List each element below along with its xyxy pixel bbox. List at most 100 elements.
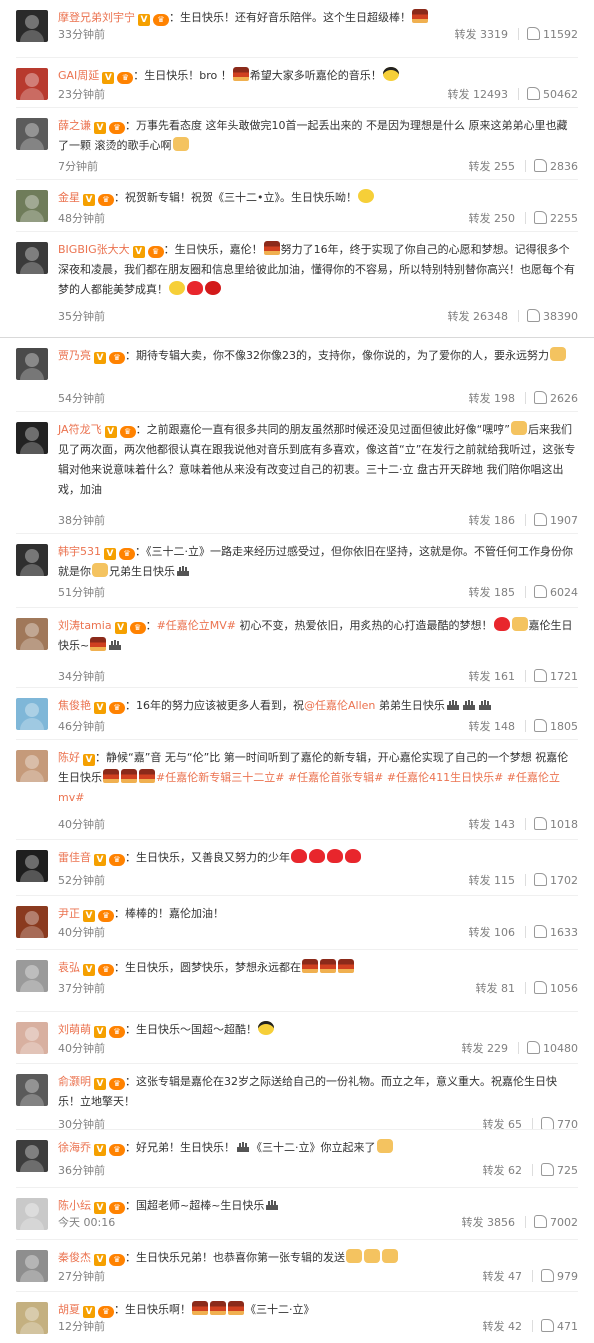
avatar[interactable] — [16, 618, 48, 650]
like-button[interactable]: 2255 — [534, 211, 578, 225]
like-count: 1702 — [550, 874, 578, 887]
repost-label: 转发 — [454, 28, 477, 41]
hashtag-link[interactable]: #任嘉伦立MV# — [157, 619, 236, 632]
repost-button[interactable]: 转发 161 — [469, 668, 516, 684]
avatar[interactable] — [16, 1302, 48, 1334]
like-button[interactable]: 1633 — [534, 925, 578, 939]
verified-badge-icon: V — [132, 246, 145, 258]
repost-button[interactable]: 转发 148 — [469, 718, 516, 734]
repost-button[interactable]: 转发 62 — [483, 1162, 523, 1178]
user-name-link[interactable]: 俞灏明 — [58, 1075, 91, 1088]
like-button[interactable]: 1702 — [534, 873, 578, 887]
comment-actions: 转发 229 10480 — [462, 1040, 578, 1056]
avatar[interactable] — [16, 1250, 48, 1282]
repost-button[interactable]: 转发 3319 — [455, 26, 509, 42]
avatar[interactable] — [16, 750, 48, 782]
avatar[interactable] — [16, 698, 48, 730]
avatar[interactable] — [16, 906, 48, 938]
user-name-link[interactable]: 胡夏 — [58, 1303, 80, 1316]
user-name-link[interactable]: 贾乃亮 — [58, 349, 91, 362]
comment-text: 期待专辑大卖，你不像32你像23的，支持你，像你说的，为了爱你的人，要永远努力 — [136, 349, 549, 362]
repost-button[interactable]: 转发 250 — [469, 210, 516, 226]
repost-button[interactable]: 转发 26348 — [448, 308, 509, 324]
user-name-link[interactable]: 刘萌萌 — [58, 1023, 91, 1036]
user-name-link[interactable]: GAI周延 — [58, 69, 99, 82]
user-name-link[interactable]: 金星 — [58, 191, 80, 204]
like-count: 38390 — [543, 310, 578, 323]
like-count: 1805 — [550, 720, 578, 733]
repost-label: 转发 — [468, 212, 491, 225]
like-button[interactable]: 7002 — [534, 1215, 578, 1229]
action-divider — [518, 310, 519, 322]
name-separator: ： — [169, 11, 180, 24]
verified-badge-icon: V — [83, 910, 95, 922]
user-name-link[interactable]: 徐海乔 — [58, 1141, 91, 1154]
repost-button[interactable]: 转发 106 — [469, 924, 516, 940]
repost-button[interactable]: 转发 255 — [469, 158, 516, 174]
like-button[interactable]: 11592 — [527, 27, 578, 41]
repost-button[interactable]: 转发 3856 — [462, 1214, 516, 1230]
like-button[interactable]: 979 — [541, 1269, 578, 1283]
vip-badge-icon: ♛ — [119, 548, 135, 560]
avatar[interactable] — [16, 1074, 48, 1106]
verified-badge-icon: V — [94, 702, 106, 714]
hashtag-link[interactable]: @任嘉伦Allen — [304, 699, 375, 712]
user-name-link[interactable]: 刘涛tamia — [58, 619, 112, 632]
avatar[interactable] — [16, 1022, 48, 1054]
avatar[interactable] — [16, 68, 48, 100]
avatar[interactable] — [16, 960, 48, 992]
repost-button[interactable]: 转发 198 — [469, 390, 516, 406]
vip-badge-icon: ♛ — [109, 122, 125, 134]
user-name-link[interactable]: 陈好 — [58, 751, 80, 764]
avatar[interactable] — [16, 422, 48, 454]
like-button[interactable]: 1056 — [534, 981, 578, 995]
repost-button[interactable]: 转发 81 — [476, 980, 516, 996]
repost-button[interactable]: 转发 143 — [469, 816, 516, 832]
thumbs-up-icon — [527, 309, 540, 322]
user-name-link[interactable]: 韩宇531 — [58, 545, 101, 558]
avatar[interactable] — [16, 1140, 48, 1172]
like-button[interactable]: 725 — [541, 1163, 578, 1177]
verified-badge-icon: V — [94, 1026, 106, 1038]
avatar[interactable] — [16, 850, 48, 882]
repost-button[interactable]: 转发 186 — [469, 512, 516, 528]
user-name-link[interactable]: 雷佳音 — [58, 851, 91, 864]
user-name-link[interactable]: 焦俊艳 — [58, 699, 91, 712]
avatar[interactable] — [16, 242, 48, 274]
repost-button[interactable]: 转发 47 — [483, 1268, 523, 1284]
repost-count: 47 — [508, 1270, 522, 1283]
repost-button[interactable]: 转发 229 — [462, 1040, 509, 1056]
repost-button[interactable]: 转发 185 — [469, 584, 516, 600]
like-button[interactable]: 1018 — [534, 817, 578, 831]
like-button[interactable]: 1721 — [534, 669, 578, 683]
avatar[interactable] — [16, 118, 48, 150]
user-name-link[interactable]: 摩登兄弟刘宇宁 — [58, 11, 135, 24]
user-name-link[interactable]: 尹正 — [58, 907, 80, 920]
user-name-link[interactable]: 袁弘 — [58, 961, 80, 974]
repost-button[interactable]: 转发 42 — [483, 1318, 523, 1334]
like-button[interactable]: 6024 — [534, 585, 578, 599]
user-name-link[interactable]: BIGBIG张大大 — [58, 243, 130, 256]
user-name-link[interactable]: 陈小纭 — [58, 1199, 91, 1212]
heart-icon — [345, 849, 361, 863]
like-button[interactable]: 2836 — [534, 159, 578, 173]
avatar[interactable] — [16, 190, 48, 222]
like-button[interactable]: 1907 — [534, 513, 578, 527]
user-name-link[interactable]: JA符龙飞 — [58, 423, 102, 436]
like-button[interactable]: 50462 — [527, 87, 578, 101]
like-button[interactable]: 38390 — [527, 309, 578, 323]
like-button[interactable]: 2626 — [534, 391, 578, 405]
repost-button[interactable]: 转发 115 — [469, 872, 516, 888]
like-button[interactable]: 471 — [541, 1319, 578, 1333]
repost-label: 转发 — [482, 1320, 505, 1333]
avatar[interactable] — [16, 544, 48, 576]
like-button[interactable]: 10480 — [527, 1041, 578, 1055]
repost-button[interactable]: 转发 12493 — [448, 86, 509, 102]
avatar[interactable] — [16, 348, 48, 380]
comment-text: 《三十二·立》你立起来了 — [251, 1141, 376, 1154]
avatar[interactable] — [16, 1198, 48, 1230]
user-name-link[interactable]: 薛之谦 — [58, 119, 91, 132]
like-button[interactable]: 1805 — [534, 719, 578, 733]
avatar[interactable] — [16, 10, 48, 42]
user-name-link[interactable]: 秦俊杰 — [58, 1251, 91, 1264]
